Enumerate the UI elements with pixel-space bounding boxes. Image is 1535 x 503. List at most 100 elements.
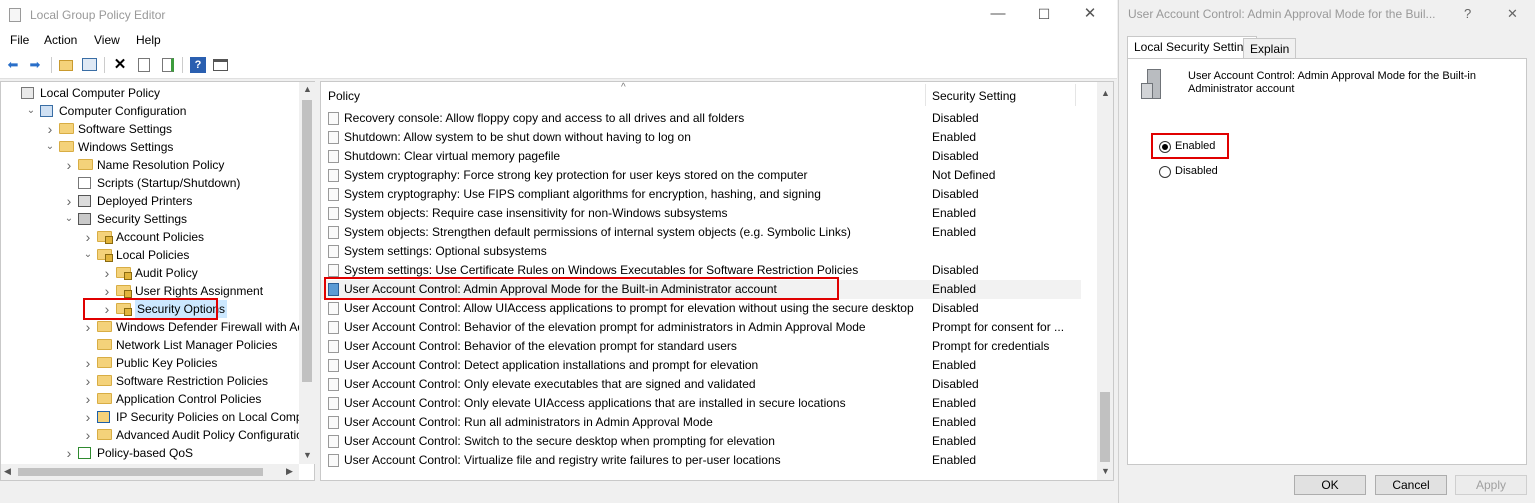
policy-setting: Enabled [932, 396, 977, 410]
expand-icon[interactable]: › [45, 120, 55, 138]
column-header-policy[interactable]: Policy [328, 89, 360, 103]
list-vertical-scrollbar[interactable]: ▲ ▼ [1097, 82, 1113, 480]
tree-item[interactable]: ⌄ Security Settings [1, 210, 299, 228]
tree-scroll-thumb[interactable] [302, 100, 312, 382]
enabled-label[interactable]: Enabled [1175, 140, 1215, 152]
dialog-close-button[interactable]: ✕ [1507, 6, 1518, 22]
show-hide-tree-icon[interactable] [82, 57, 98, 73]
expand-icon[interactable]: › [83, 354, 93, 372]
policy-row[interactable]: User Account Control: Only elevate execu… [321, 375, 1081, 394]
console-tree[interactable]: Local Computer Policy ⌄ Computer Configura… [0, 81, 315, 481]
tree-item[interactable]: › Account Policies [1, 228, 299, 246]
tree-vertical-scrollbar[interactable]: ▲ ▼ [299, 82, 315, 464]
expand-icon[interactable]: › [102, 264, 112, 282]
tree-item-label: Advanced Audit Policy Configuration [116, 428, 299, 442]
help-icon[interactable]: ? [190, 57, 206, 73]
help-button[interactable]: ? [1464, 6, 1471, 21]
expand-icon[interactable]: › [83, 372, 93, 390]
tree-item[interactable]: › Deployed Printers [1, 192, 299, 210]
back-icon[interactable]: ⬅ [5, 57, 21, 73]
tree-item[interactable]: › Audit Policy [1, 264, 299, 282]
policy-row[interactable]: User Account Control: Behavior of the el… [321, 337, 1081, 356]
tree-item[interactable]: › Policy-based QoS [1, 444, 299, 462]
collapse-icon[interactable]: ⌄ [64, 210, 74, 228]
column-header-security-setting[interactable]: Security Setting [932, 89, 1016, 103]
ok-button[interactable]: OK [1294, 475, 1366, 495]
maximize-button[interactable]: ☐ [1021, 0, 1067, 30]
list-scroll-thumb[interactable] [1100, 392, 1110, 462]
expand-icon[interactable]: › [64, 444, 74, 462]
policy-row[interactable]: Shutdown: Allow system to be shut down w… [321, 128, 1081, 147]
policy-row[interactable]: User Account Control: Allow UIAccess app… [321, 299, 1081, 318]
policy-row[interactable]: User Account Control: Behavior of the el… [321, 318, 1081, 337]
tree-item[interactable]: Network List Manager Policies [1, 336, 299, 354]
expand-icon[interactable]: › [83, 228, 93, 246]
expand-icon[interactable]: › [83, 408, 93, 426]
tree-horizontal-scrollbar[interactable]: ◀ ▶ [1, 464, 299, 480]
policy-row[interactable]: User Account Control: Only elevate UIAcc… [321, 394, 1081, 413]
scroll-up-icon[interactable]: ▲ [1101, 88, 1110, 98]
tree-item[interactable]: Scripts (Startup/Shutdown) [1, 174, 299, 192]
enabled-radio[interactable] [1159, 141, 1171, 153]
disabled-label[interactable]: Disabled [1175, 165, 1218, 177]
tree-item[interactable]: › IP Security Policies on Local Compute [1, 408, 299, 426]
tree-item[interactable]: › Software Settings [1, 120, 299, 138]
collapse-icon[interactable]: ⌄ [26, 102, 36, 120]
policy-row[interactable]: User Account Control: Switch to the secu… [321, 432, 1081, 451]
apply-button[interactable]: Apply [1455, 475, 1527, 495]
policy-row[interactable]: System cryptography: Use FIPS compliant … [321, 185, 1081, 204]
policy-row[interactable]: Recovery console: Allow floppy copy and … [321, 109, 1081, 128]
scroll-right-icon[interactable]: ▶ [286, 466, 293, 477]
policy-row[interactable]: User Account Control: Virtualize file an… [321, 451, 1081, 470]
filter-icon[interactable] [213, 57, 229, 73]
forward-icon[interactable]: ➡ [27, 57, 43, 73]
policy-row[interactable]: User Account Control: Detect application… [321, 356, 1081, 375]
expand-icon[interactable]: › [83, 390, 93, 408]
collapse-icon[interactable]: ⌄ [83, 246, 93, 264]
menu-file[interactable]: File [10, 33, 29, 47]
tree-item[interactable]: › Name Resolution Policy [1, 156, 299, 174]
policy-row[interactable]: System cryptography: Force strong key pr… [321, 166, 1081, 185]
tab-explain[interactable]: Explain [1243, 38, 1297, 58]
collapse-icon[interactable]: ⌄ [45, 138, 55, 156]
tree-item[interactable]: ⌄ Windows Settings [1, 138, 299, 156]
menu-action[interactable]: Action [44, 33, 77, 47]
scroll-up-icon[interactable]: ▲ [303, 84, 312, 94]
tree-item[interactable]: ⌄ Computer Configuration [1, 102, 299, 120]
export-icon[interactable] [160, 57, 176, 73]
policy-row[interactable]: User Account Control: Run all administra… [321, 413, 1081, 432]
delete-icon[interactable]: ✕ [112, 57, 128, 73]
app-icon [9, 8, 21, 22]
expand-icon[interactable]: › [83, 426, 93, 444]
policy-name: Recovery console: Allow floppy copy and … [344, 111, 745, 125]
tab-local-security-setting[interactable]: Local Security Setting [1127, 36, 1258, 58]
up-folder-icon[interactable] [58, 57, 74, 73]
tree-item[interactable]: › Advanced Audit Policy Configuration [1, 426, 299, 444]
policy-row[interactable]: System objects: Strengthen default permi… [321, 223, 1081, 242]
expand-icon[interactable]: › [83, 318, 93, 336]
cancel-button[interactable]: Cancel [1375, 475, 1447, 495]
scroll-down-icon[interactable]: ▼ [1101, 466, 1110, 476]
tree-item[interactable]: › Public Key Policies [1, 354, 299, 372]
policy-row[interactable]: System objects: Require case insensitivi… [321, 204, 1081, 223]
tree-item[interactable]: › Application Control Policies [1, 390, 299, 408]
tree-hscroll-thumb[interactable] [18, 468, 263, 476]
policy-setting: Enabled [932, 434, 977, 448]
tree-item[interactable]: › Windows Defender Firewall with Adva [1, 318, 299, 336]
computer-policy-icon [21, 87, 34, 99]
tree-item[interactable]: Local Computer Policy [1, 84, 299, 102]
close-button[interactable]: ✕ [1067, 0, 1113, 30]
scroll-left-icon[interactable]: ◀ [4, 466, 11, 477]
minimize-button[interactable]: — [975, 0, 1021, 30]
menu-view[interactable]: View [94, 33, 120, 47]
expand-icon[interactable]: › [64, 156, 74, 174]
scroll-down-icon[interactable]: ▼ [303, 450, 312, 460]
properties-icon[interactable] [136, 57, 152, 73]
expand-icon[interactable]: › [64, 192, 74, 210]
disabled-radio[interactable] [1159, 166, 1171, 178]
policy-row[interactable]: Shutdown: Clear virtual memory pagefile D… [321, 147, 1081, 166]
menu-help[interactable]: Help [136, 33, 161, 47]
tree-item[interactable]: ⌄ Local Policies [1, 246, 299, 264]
policy-row[interactable]: System settings: Optional subsystems [321, 242, 1081, 261]
tree-item[interactable]: › Software Restriction Policies [1, 372, 299, 390]
